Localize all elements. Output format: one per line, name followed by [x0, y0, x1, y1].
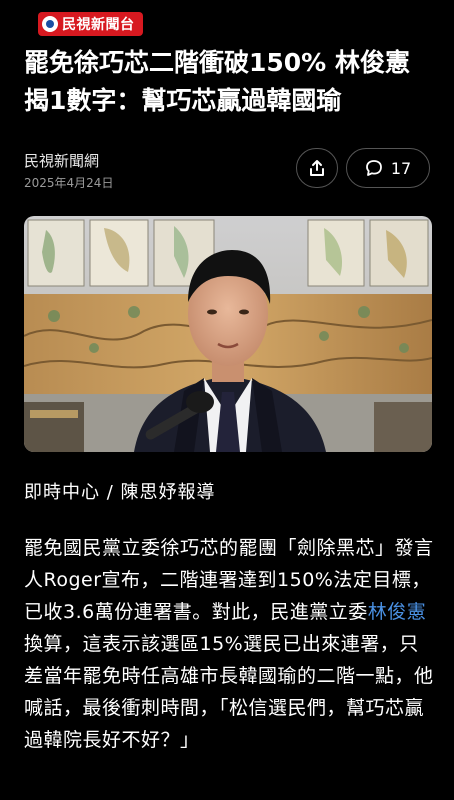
brand-logo[interactable]: 民視新聞台 [38, 12, 143, 36]
article-headline: 罷免徐巧芯二階衝破150% 林俊憲揭1數字：幫巧芯贏過韓國瑜 [24, 48, 410, 115]
comment-count: 17 [390, 158, 412, 178]
article-source[interactable]: 民視新聞網 [24, 150, 99, 171]
body-text-part2: 換算，這表示該選區15%選民已出來連署，只差當年罷免時任高雄市長韓國瑜的二階一點… [24, 633, 434, 751]
article-photo[interactable] [24, 216, 432, 452]
article-date: 2025年4月24日 [24, 176, 114, 190]
comment-button[interactable]: 17 [346, 148, 430, 188]
share-icon [310, 160, 324, 176]
photo-image [24, 216, 432, 452]
comment-icon [365, 160, 382, 176]
legislator-link[interactable]: 林俊憲 [368, 601, 427, 623]
brand-name: 民視新聞台 [62, 17, 135, 33]
article-body: 罷免國民黨立委徐巧芯的罷團「劍除黑芯」發言人Roger宣布，二階連署達到150%… [24, 532, 434, 756]
article-byline: 即時中心 / 陳思妤報導 [24, 482, 216, 503]
share-button[interactable] [296, 148, 338, 188]
brand-emblem-icon [42, 16, 58, 32]
